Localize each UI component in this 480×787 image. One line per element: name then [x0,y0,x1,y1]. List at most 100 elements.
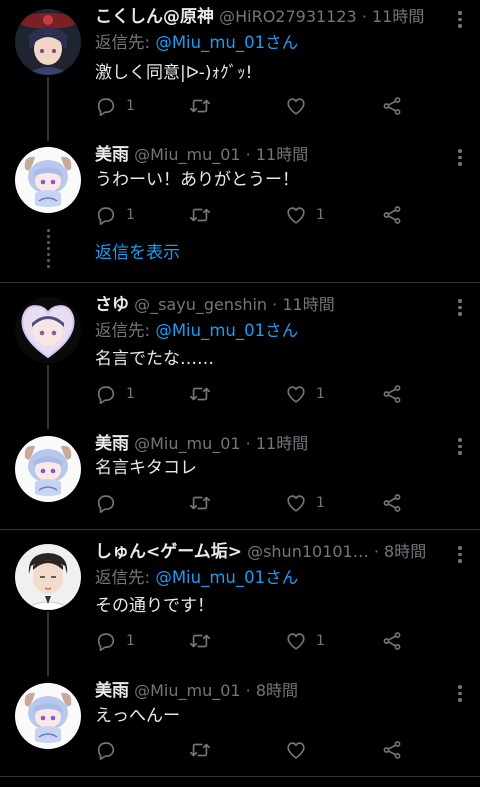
timestamp[interactable]: 8時間 [384,542,426,561]
user-handle[interactable]: @_sayu_genshin [134,295,267,314]
reply-button[interactable]: 1 [95,203,135,227]
heart-icon [285,95,307,117]
separator-dot: · [373,542,379,561]
share-icon [381,204,403,226]
timestamp[interactable]: 11時間 [256,145,308,164]
share-icon [381,492,403,514]
show-replies-link[interactable]: 返信を表示 [95,241,180,265]
retweet-button[interactable] [189,203,220,227]
reply-to-label: 返信先: [95,568,156,587]
share-button[interactable] [381,94,403,118]
timestamp[interactable]: 11時間 [372,7,424,26]
retweet-button[interactable] [189,491,220,515]
tweet[interactable]: 美雨 @Miu_mu_01 · 11時間 名言キタコレ 1 [0,432,480,522]
share-icon [381,739,403,761]
share-button[interactable] [381,203,403,227]
share-button[interactable] [381,382,403,406]
reply-icon [95,95,117,117]
retweet-icon [189,739,211,761]
separator-dot: · [245,681,251,700]
avatar[interactable] [15,297,81,363]
tweet-text: その通りです！ [95,596,214,616]
share-icon [381,383,403,405]
divider [0,282,480,283]
user-handle[interactable]: @shun10101… [247,542,369,561]
user-handle[interactable]: @HiRO27931123 [219,7,357,26]
more-icon[interactable] [458,299,462,317]
divider [0,529,480,530]
reply-mention-link[interactable]: @Miu_mu_01さん [155,321,298,340]
reply-button[interactable] [95,491,126,515]
retweet-button[interactable] [189,629,220,653]
heart-icon [285,383,307,405]
more-icon[interactable] [458,149,462,167]
retweet-button[interactable] [189,382,220,406]
user-handle[interactable]: @Miu_mu_01 [134,434,240,453]
more-icon[interactable] [458,438,462,456]
heart-icon [285,739,307,761]
tweet-text: えっへんー [95,706,180,726]
share-button[interactable] [381,629,403,653]
display-name[interactable]: 美雨 [95,145,129,165]
reply-button[interactable]: 1 [95,382,135,406]
like-button[interactable]: 1 [285,382,325,406]
tweet[interactable]: しゅん<ゲーム垢> @shun10101… · 8時間 返信先: @Miu_mu… [0,540,480,676]
retweet-icon [189,492,211,514]
retweet-icon [189,95,211,117]
display-name[interactable]: こくしん@原神 [95,7,214,27]
tweet[interactable]: 美雨 @Miu_mu_01 · 11時間 うわーい！ありがとうー！ 1 1 [0,143,480,268]
avatar[interactable] [15,147,81,213]
timestamp[interactable]: 11時間 [282,295,334,314]
avatar[interactable] [15,544,81,610]
reply-icon [95,204,117,226]
share-button[interactable] [381,491,403,515]
avatar[interactable] [15,436,81,502]
reply-to: 返信先: @Miu_mu_01さん [95,566,298,590]
tweet[interactable]: 美雨 @Miu_mu_01 · 8時間 えっへんー [0,679,480,779]
display-name[interactable]: 美雨 [95,681,129,701]
retweet-icon [189,204,211,226]
tweet-header: 美雨 @Miu_mu_01 · 8時間 [95,679,440,703]
reply-mention-link[interactable]: @Miu_mu_01さん [155,568,298,587]
reply-count: 1 [126,98,135,114]
like-count: 1 [316,495,325,511]
display-name[interactable]: しゅん<ゲーム垢> [95,542,242,562]
retweet-button[interactable] [189,94,220,118]
tweet-header: 美雨 @Miu_mu_01 · 11時間 [95,432,440,456]
more-icon[interactable] [458,685,462,703]
reply-mention-link[interactable]: @Miu_mu_01さん [155,33,298,52]
like-button[interactable] [285,738,316,762]
like-button[interactable] [285,94,316,118]
reply-button[interactable] [95,738,126,762]
avatar[interactable] [15,683,81,749]
tweet[interactable]: こくしん@原神 @HiRO27931123 · 11時間 返信先: @Miu_m… [0,5,480,141]
tweet-header: しゅん<ゲーム垢> @shun10101… · 8時間 [95,540,440,564]
user-handle[interactable]: @Miu_mu_01 [134,145,240,164]
tweet-actions: 1 [95,491,415,515]
separator-dot: · [272,295,278,314]
tweet-text: 名言キタコレ [95,458,197,478]
like-button[interactable]: 1 [285,203,325,227]
display-name[interactable]: 美雨 [95,434,129,454]
avatar[interactable] [15,9,81,75]
reply-to: 返信先: @Miu_mu_01さん [95,31,298,55]
more-icon[interactable] [458,546,462,564]
timestamp[interactable]: 8時間 [256,681,298,700]
reply-count: 1 [126,633,135,649]
like-count: 1 [316,633,325,649]
reply-icon [95,492,117,514]
tweet[interactable]: さゆ @_sayu_genshin · 11時間 返信先: @Miu_mu_01… [0,293,480,429]
like-button[interactable]: 1 [285,629,325,653]
user-handle[interactable]: @Miu_mu_01 [134,681,240,700]
display-name[interactable]: さゆ [95,295,129,315]
more-icon[interactable] [458,11,462,29]
share-button[interactable] [381,738,403,762]
separator-dot: · [245,145,251,164]
reply-button[interactable]: 1 [95,629,135,653]
reply-button[interactable]: 1 [95,94,135,118]
tweet-text: うわーい！ありがとうー！ [95,170,299,190]
reply-icon [95,383,117,405]
retweet-button[interactable] [189,738,220,762]
like-button[interactable]: 1 [285,491,325,515]
timestamp[interactable]: 11時間 [256,434,308,453]
